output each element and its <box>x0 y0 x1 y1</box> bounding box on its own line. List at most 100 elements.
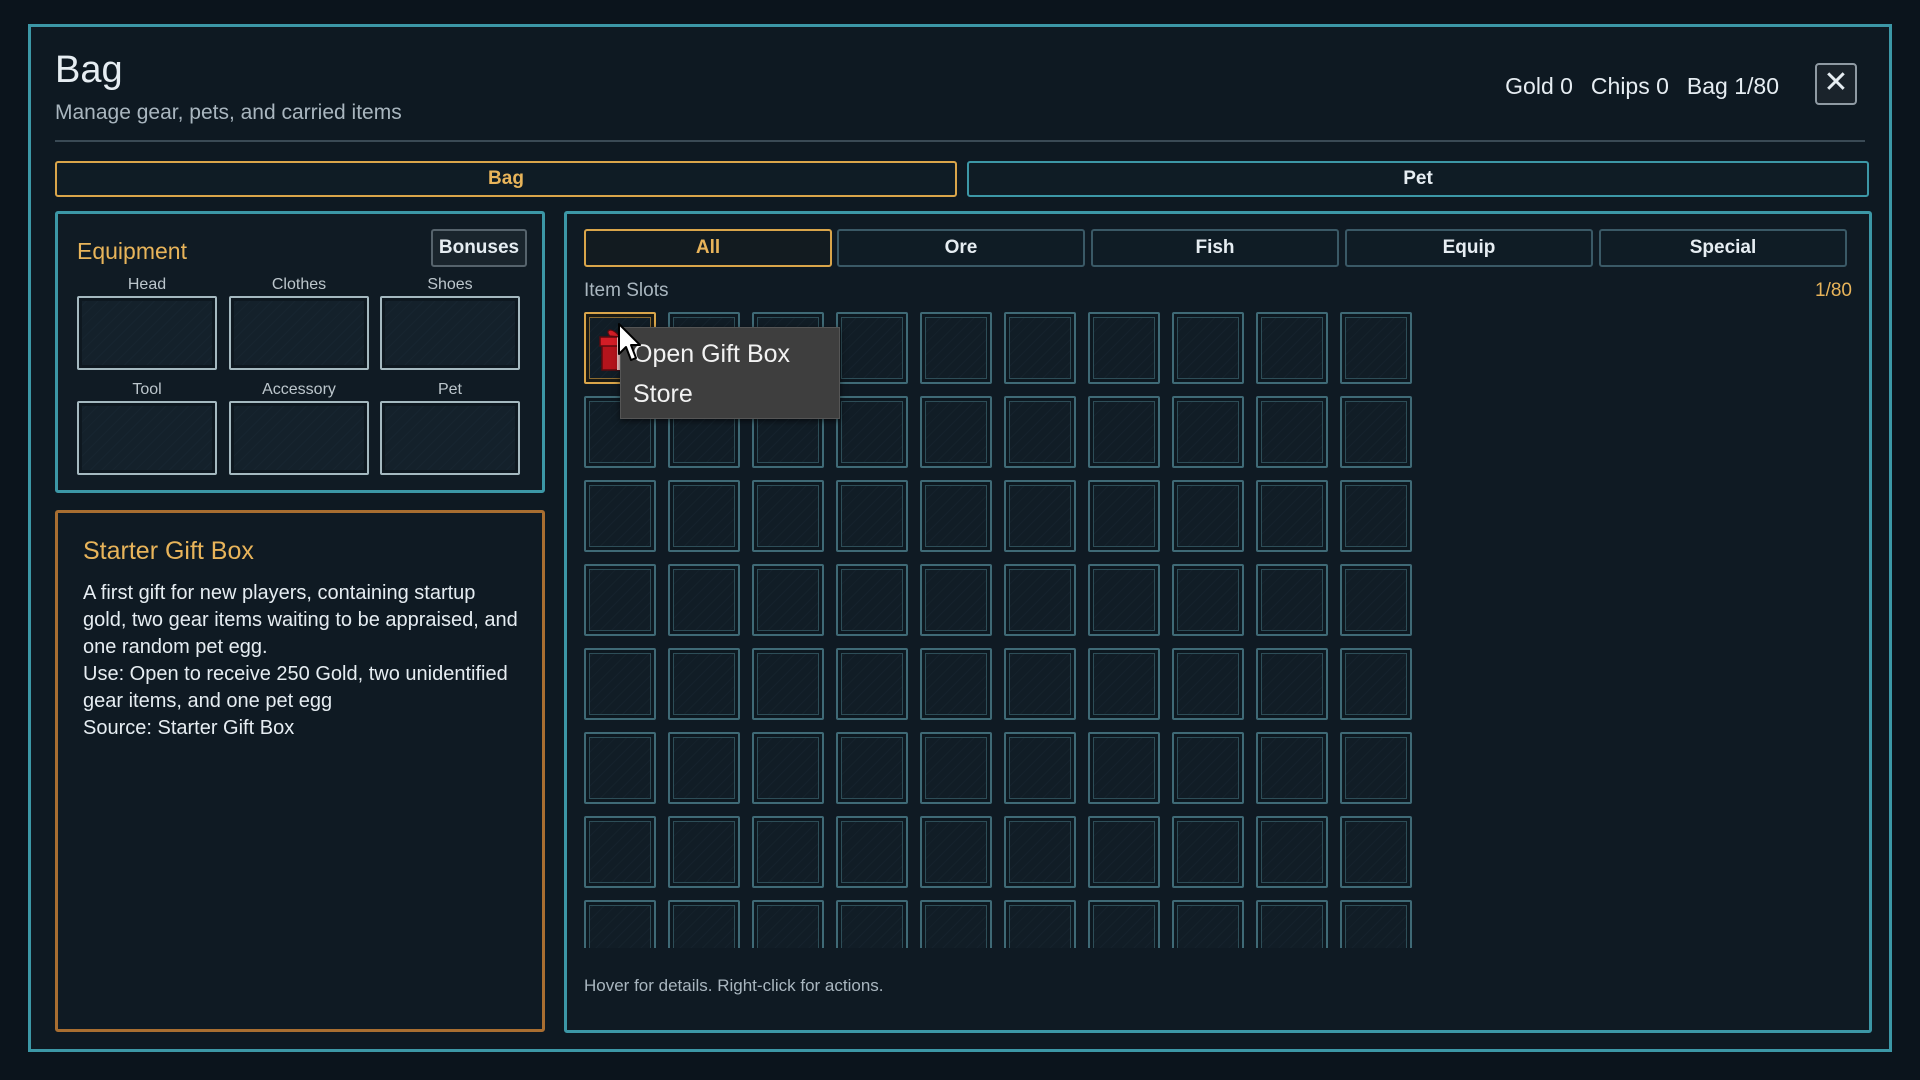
item-slot[interactable] <box>836 396 908 468</box>
context-menu-store[interactable]: Store <box>633 380 693 409</box>
header-divider <box>55 140 1865 142</box>
close-x-icon: ✕ <box>1823 66 1849 99</box>
item-slot[interactable] <box>1340 564 1412 636</box>
item-slot[interactable] <box>584 900 656 948</box>
item-slot[interactable] <box>1256 732 1328 804</box>
item-slot[interactable] <box>1172 648 1244 720</box>
window-title: Bag <box>55 49 123 91</box>
slot-label-accessory: Accessory <box>262 381 336 398</box>
item-slot[interactable] <box>1256 816 1328 888</box>
item-slot[interactable] <box>584 648 656 720</box>
item-slot[interactable] <box>668 480 740 552</box>
item-slot[interactable] <box>1172 732 1244 804</box>
item-slot[interactable] <box>1004 312 1076 384</box>
item-slot[interactable] <box>1172 480 1244 552</box>
item-slot[interactable] <box>1340 816 1412 888</box>
item-slot[interactable] <box>1088 564 1160 636</box>
item-slot[interactable] <box>1256 312 1328 384</box>
item-slot[interactable] <box>752 732 824 804</box>
item-slot[interactable] <box>584 816 656 888</box>
item-slot[interactable] <box>752 480 824 552</box>
filter-tab-fish[interactable]: Fish <box>1091 229 1339 267</box>
filter-tab-special[interactable]: Special <box>1599 229 1847 267</box>
item-slot[interactable] <box>920 648 992 720</box>
item-slot[interactable] <box>668 732 740 804</box>
item-slot[interactable] <box>1256 900 1328 948</box>
item-slot[interactable] <box>584 480 656 552</box>
item-slot[interactable] <box>836 648 908 720</box>
item-slot[interactable] <box>836 816 908 888</box>
item-slot[interactable] <box>668 900 740 948</box>
equip-slot-clothes[interactable] <box>229 296 369 370</box>
item-slot[interactable] <box>920 816 992 888</box>
item-slot[interactable] <box>1172 900 1244 948</box>
item-slot[interactable] <box>920 732 992 804</box>
tab-bag[interactable]: Bag <box>55 161 957 197</box>
slot-label-shoes: Shoes <box>427 276 473 293</box>
context-menu-open-gift-box[interactable]: Open Gift Box <box>633 340 790 369</box>
filter-tab-equip[interactable]: Equip <box>1345 229 1593 267</box>
item-slot[interactable] <box>1172 816 1244 888</box>
item-slot[interactable] <box>1256 396 1328 468</box>
close-button[interactable]: ✕ <box>1815 63 1857 105</box>
item-slot[interactable] <box>1004 816 1076 888</box>
item-slot[interactable] <box>752 564 824 636</box>
item-slot[interactable] <box>1088 732 1160 804</box>
item-slot[interactable] <box>1256 564 1328 636</box>
filter-tab-ore[interactable]: Ore <box>837 229 1085 267</box>
item-slot[interactable] <box>1256 648 1328 720</box>
item-slot[interactable] <box>920 564 992 636</box>
item-slots-count: 1/80 <box>1815 280 1852 301</box>
item-slot[interactable] <box>1004 900 1076 948</box>
item-slot[interactable] <box>1004 396 1076 468</box>
equipment-panel: Equipment Bonuses Head Clothes Shoes Too… <box>55 211 545 493</box>
slot-label-head: Head <box>127 276 167 293</box>
item-slot[interactable] <box>1088 648 1160 720</box>
item-slot[interactable] <box>1172 312 1244 384</box>
item-slot[interactable] <box>1088 816 1160 888</box>
item-slot[interactable] <box>668 564 740 636</box>
item-slot[interactable] <box>1004 564 1076 636</box>
equip-slot-head[interactable] <box>77 296 217 370</box>
item-slot[interactable] <box>920 900 992 948</box>
item-slots-label: Item Slots <box>584 280 669 301</box>
item-slot[interactable] <box>920 312 992 384</box>
item-slot[interactable] <box>752 900 824 948</box>
equip-slot-accessory[interactable] <box>229 401 369 475</box>
equip-slot-tool[interactable] <box>77 401 217 475</box>
item-slot[interactable] <box>1340 396 1412 468</box>
item-slot[interactable] <box>1004 732 1076 804</box>
item-slot[interactable] <box>920 480 992 552</box>
bonuses-button[interactable]: Bonuses <box>431 229 527 267</box>
item-slot[interactable] <box>1088 480 1160 552</box>
filter-tab-all[interactable]: All <box>584 229 832 267</box>
item-slot[interactable] <box>584 564 656 636</box>
tab-pet[interactable]: Pet <box>967 161 1869 197</box>
item-slot[interactable] <box>1172 396 1244 468</box>
item-slot[interactable] <box>1088 312 1160 384</box>
item-slot[interactable] <box>1340 480 1412 552</box>
item-slot[interactable] <box>584 732 656 804</box>
item-slot[interactable] <box>752 648 824 720</box>
item-slot[interactable] <box>836 900 908 948</box>
item-slot[interactable] <box>1256 480 1328 552</box>
item-slot[interactable] <box>1004 480 1076 552</box>
item-slot[interactable] <box>1172 564 1244 636</box>
item-slot[interactable] <box>1004 648 1076 720</box>
item-slot[interactable] <box>836 564 908 636</box>
item-slot[interactable] <box>752 816 824 888</box>
item-slot[interactable] <box>920 396 992 468</box>
item-slot[interactable] <box>836 480 908 552</box>
item-slot[interactable] <box>1340 648 1412 720</box>
item-slot[interactable] <box>836 732 908 804</box>
item-slot[interactable] <box>1088 396 1160 468</box>
equip-slot-pet[interactable] <box>380 401 520 475</box>
item-slot[interactable] <box>1340 312 1412 384</box>
item-slot[interactable] <box>1340 732 1412 804</box>
item-slot[interactable] <box>836 312 908 384</box>
item-slot[interactable] <box>668 816 740 888</box>
item-slot[interactable] <box>1340 900 1412 948</box>
item-slot[interactable] <box>1088 900 1160 948</box>
equip-slot-shoes[interactable] <box>380 296 520 370</box>
item-slot[interactable] <box>668 648 740 720</box>
